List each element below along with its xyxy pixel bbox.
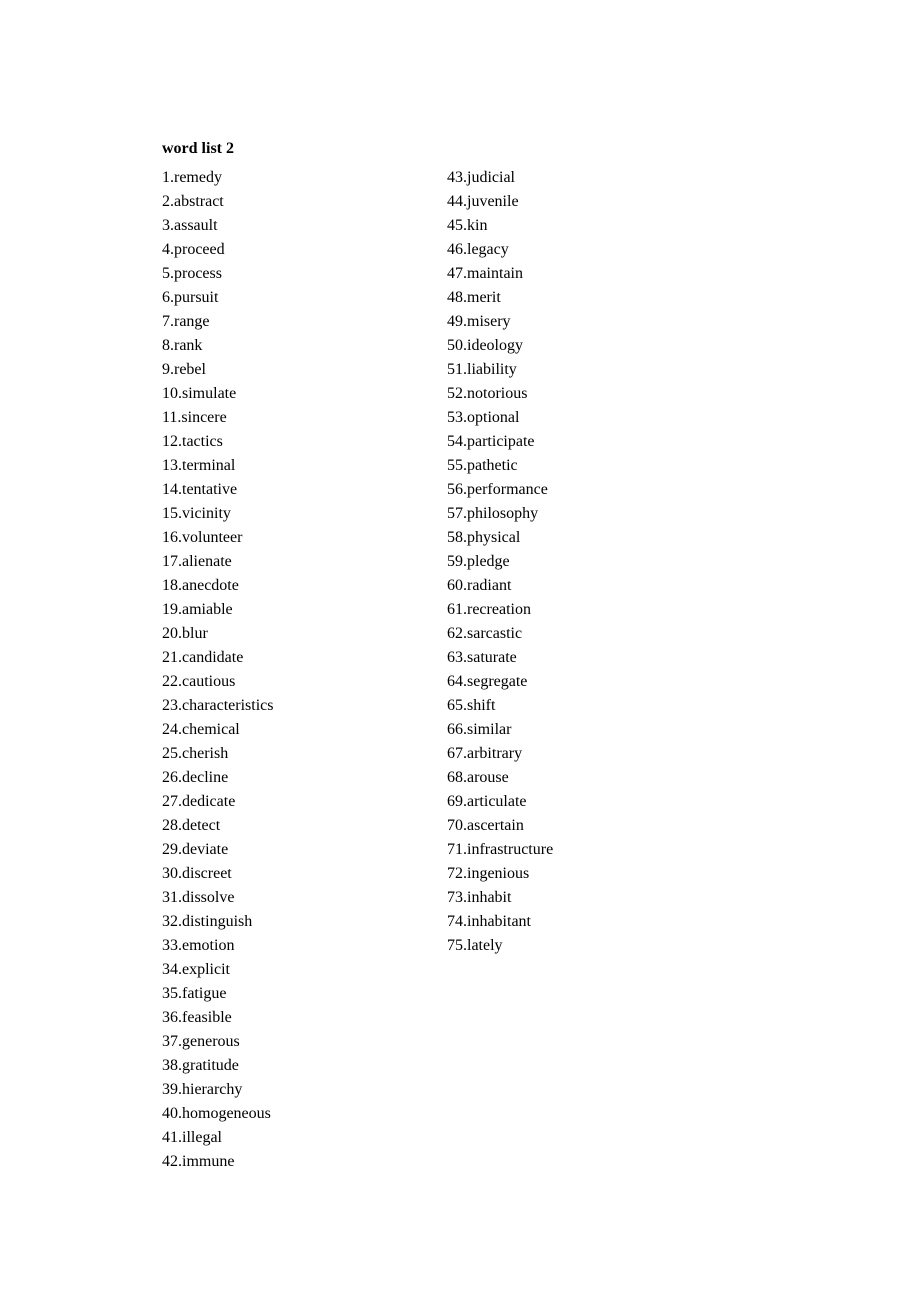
word-item: 18.anecdote	[162, 574, 427, 598]
word-item: 41.illegal	[162, 1126, 427, 1150]
word-item: 68.arouse	[447, 766, 727, 790]
word-item: 42.immune	[162, 1150, 427, 1174]
word-item: 12.tactics	[162, 430, 427, 454]
word-item: 75.lately	[447, 934, 727, 958]
word-item: 25.cherish	[162, 742, 427, 766]
word-item: 66.similar	[447, 718, 727, 742]
word-item: 37.generous	[162, 1030, 427, 1054]
word-item: 38.gratitude	[162, 1054, 427, 1078]
word-item: 58.physical	[447, 526, 727, 550]
word-item: 31.dissolve	[162, 886, 427, 910]
list-title: word list 2	[162, 140, 820, 158]
word-item: 11.sincere	[162, 406, 427, 430]
word-item: 69.articulate	[447, 790, 727, 814]
word-item: 43.judicial	[447, 166, 727, 190]
word-item: 54.participate	[447, 430, 727, 454]
word-item: 52.notorious	[447, 382, 727, 406]
word-item: 19.amiable	[162, 598, 427, 622]
word-item: 15.vicinity	[162, 502, 427, 526]
word-item: 63.saturate	[447, 646, 727, 670]
column-1: 1.remedy2.abstract3.assault4.proceed5.pr…	[162, 166, 427, 1174]
word-item: 59.pledge	[447, 550, 727, 574]
word-item: 21.candidate	[162, 646, 427, 670]
word-item: 7.range	[162, 310, 427, 334]
word-item: 13.terminal	[162, 454, 427, 478]
word-item: 40.homogeneous	[162, 1102, 427, 1126]
word-item: 51.liability	[447, 358, 727, 382]
word-item: 49.misery	[447, 310, 727, 334]
word-item: 56.performance	[447, 478, 727, 502]
word-item: 46.legacy	[447, 238, 727, 262]
word-item: 72.ingenious	[447, 862, 727, 886]
word-item: 50.ideology	[447, 334, 727, 358]
word-item: 27.dedicate	[162, 790, 427, 814]
word-item: 71.infrastructure	[447, 838, 727, 862]
word-item: 9.rebel	[162, 358, 427, 382]
word-item: 16.volunteer	[162, 526, 427, 550]
word-item: 22.cautious	[162, 670, 427, 694]
word-item: 26.decline	[162, 766, 427, 790]
word-item: 17.alienate	[162, 550, 427, 574]
word-item: 62.sarcastic	[447, 622, 727, 646]
word-item: 36.feasible	[162, 1006, 427, 1030]
word-item: 48.merit	[447, 286, 727, 310]
word-item: 24.chemical	[162, 718, 427, 742]
word-item: 8.rank	[162, 334, 427, 358]
word-item: 20.blur	[162, 622, 427, 646]
word-item: 14.tentative	[162, 478, 427, 502]
word-item: 44.juvenile	[447, 190, 727, 214]
word-item: 33.emotion	[162, 934, 427, 958]
word-item: 10.simulate	[162, 382, 427, 406]
word-item: 1.remedy	[162, 166, 427, 190]
word-item: 73.inhabit	[447, 886, 727, 910]
word-item: 45.kin	[447, 214, 727, 238]
word-item: 74.inhabitant	[447, 910, 727, 934]
word-item: 29.deviate	[162, 838, 427, 862]
word-item: 65.shift	[447, 694, 727, 718]
word-item: 6.pursuit	[162, 286, 427, 310]
word-item: 61.recreation	[447, 598, 727, 622]
word-item: 23.characteristics	[162, 694, 427, 718]
word-item: 60.radiant	[447, 574, 727, 598]
word-item: 4.proceed	[162, 238, 427, 262]
word-item: 3.assault	[162, 214, 427, 238]
word-item: 34.explicit	[162, 958, 427, 982]
word-item: 67.arbitrary	[447, 742, 727, 766]
word-item: 35.fatigue	[162, 982, 427, 1006]
word-item: 57.philosophy	[447, 502, 727, 526]
word-item: 39.hierarchy	[162, 1078, 427, 1102]
word-item: 53.optional	[447, 406, 727, 430]
word-item: 70.ascertain	[447, 814, 727, 838]
word-item: 28.detect	[162, 814, 427, 838]
word-item: 2.abstract	[162, 190, 427, 214]
word-item: 55.pathetic	[447, 454, 727, 478]
column-2: 43.judicial44.juvenile45.kin46.legacy47.…	[447, 166, 727, 1174]
word-item: 30.discreet	[162, 862, 427, 886]
word-item: 47.maintain	[447, 262, 727, 286]
word-item: 64.segregate	[447, 670, 727, 694]
word-columns: 1.remedy2.abstract3.assault4.proceed5.pr…	[162, 166, 820, 1174]
word-item: 32.distinguish	[162, 910, 427, 934]
word-item: 5.process	[162, 262, 427, 286]
